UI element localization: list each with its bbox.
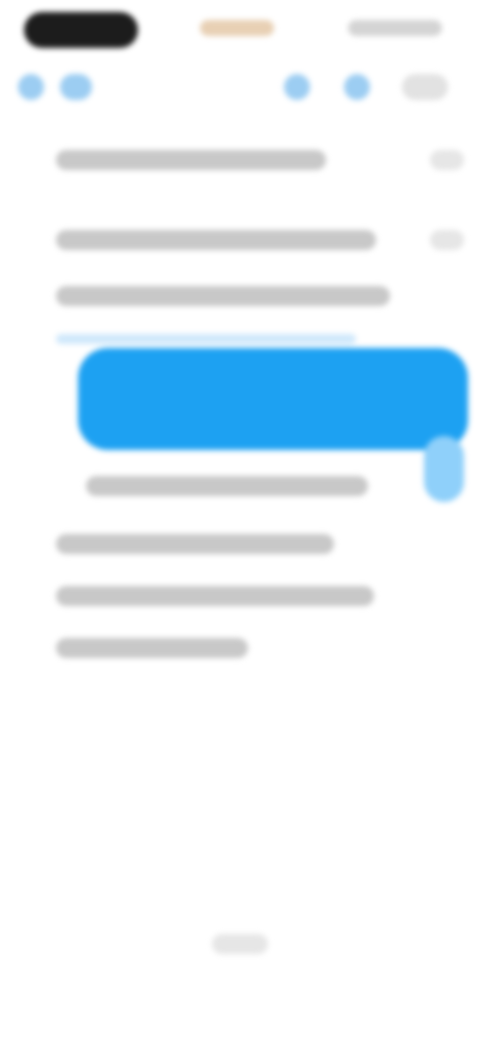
action-icon[interactable] xyxy=(344,74,370,100)
text-line xyxy=(86,476,368,496)
signal-wifi-battery-icons xyxy=(348,20,442,36)
status-bar xyxy=(0,0,480,62)
toolbar xyxy=(0,62,480,112)
row-action-icon[interactable] xyxy=(430,150,464,170)
home-indicator[interactable] xyxy=(212,934,268,954)
text-line xyxy=(56,230,376,250)
time-pill xyxy=(24,12,138,48)
back-icon[interactable] xyxy=(18,74,44,100)
action-icon[interactable] xyxy=(284,74,310,100)
app-screen xyxy=(0,0,480,1040)
text-line xyxy=(56,638,248,658)
selection-highlight[interactable] xyxy=(78,348,468,450)
selection-handle[interactable] xyxy=(424,436,464,502)
text-line xyxy=(56,534,334,554)
more-icon[interactable] xyxy=(402,74,448,100)
text-line xyxy=(56,286,390,306)
text-line xyxy=(56,150,326,170)
text-line xyxy=(56,586,374,606)
notification-indicator xyxy=(200,20,274,36)
back-label[interactable] xyxy=(60,74,92,100)
row-action-icon[interactable] xyxy=(430,230,464,250)
text-line xyxy=(56,334,356,344)
